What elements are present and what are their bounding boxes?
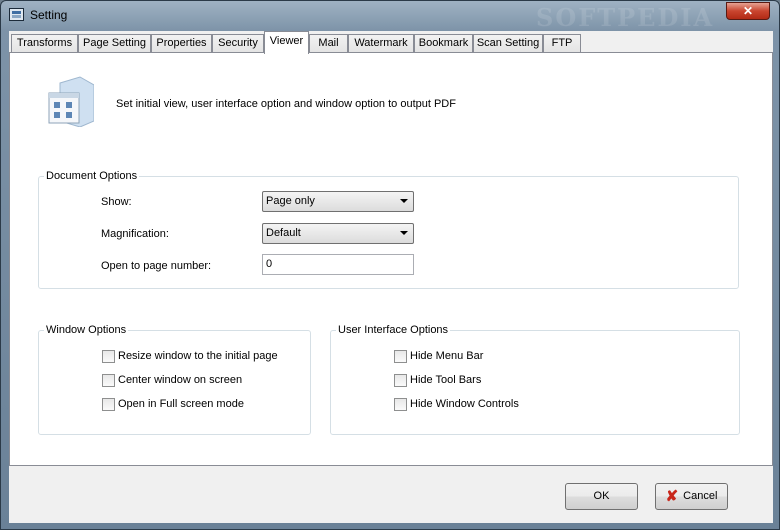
hide-tool-bars-checkbox[interactable]: Hide Tool Bars [394, 374, 594, 388]
checkbox-box[interactable] [102, 398, 115, 411]
show-select[interactable]: Page only [262, 191, 414, 212]
tab-properties[interactable]: Properties [151, 34, 212, 53]
checkbox-box[interactable] [394, 350, 407, 363]
checkbox-box[interactable] [394, 398, 407, 411]
tab-scan-setting[interactable]: Scan Setting [473, 34, 543, 53]
ok-button[interactable]: OK [565, 483, 638, 510]
checkbox-label: Resize window to the initial page [118, 350, 278, 362]
ok-button-label: OK [593, 490, 610, 502]
chevron-down-icon [400, 199, 408, 203]
tab-ftp[interactable]: FTP [543, 34, 581, 53]
close-button[interactable]: ✕ [726, 2, 770, 20]
checkbox-label: Hide Tool Bars [410, 374, 482, 386]
cancel-x-icon: ✘ [665, 487, 679, 505]
tab-page-setting[interactable]: Page Setting [78, 34, 151, 53]
checkbox-box[interactable] [394, 374, 407, 387]
show-label: Show: [101, 196, 132, 208]
magnification-select-value: Default [266, 227, 301, 239]
document-options-title: Document Options [44, 169, 140, 183]
hide-window-controls-checkbox[interactable]: Hide Window Controls [394, 398, 594, 412]
close-icon: ✕ [742, 4, 754, 18]
open-page-label: Open to page number: [101, 260, 212, 272]
ui-options-title: User Interface Options [336, 323, 451, 337]
magnification-select[interactable]: Default [262, 223, 414, 244]
checkbox-label: Hide Window Controls [410, 398, 519, 410]
checkbox-label: Center window on screen [118, 374, 243, 386]
app-icon [9, 8, 24, 21]
ui-options-group: User Interface Options Hide Menu Bar Hid… [330, 323, 740, 435]
dialog-client: Transforms Page Setting Properties Secur… [9, 31, 773, 523]
tab-strip: Transforms Page Setting Properties Secur… [9, 31, 773, 54]
window-title: Setting [30, 8, 68, 22]
window-options-group: Window Options Resize window to the init… [38, 323, 311, 435]
chevron-down-icon [400, 231, 408, 235]
checkbox-label: Open in Full screen mode [118, 398, 244, 410]
watermark: SOFTPEDIA [536, 3, 715, 32]
document-options-group: Document Options Show: Page only Magnifi… [38, 169, 739, 289]
cancel-button[interactable]: ✘ Cancel [655, 483, 728, 510]
show-select-value: Page only [266, 195, 315, 207]
tab-security[interactable]: Security [212, 34, 264, 53]
open-page-input[interactable]: 0 [262, 254, 414, 275]
full-screen-checkbox[interactable]: Open in Full screen mode [102, 398, 302, 412]
header-description: Set initial view, user interface option … [116, 98, 456, 110]
checkbox-box[interactable] [102, 350, 115, 363]
tab-watermark[interactable]: Watermark [348, 34, 414, 53]
center-window-checkbox[interactable]: Center window on screen [102, 374, 302, 388]
magnification-label: Magnification: [101, 228, 169, 240]
tab-viewer[interactable]: Viewer [264, 31, 309, 54]
tab-mail[interactable]: Mail [309, 34, 348, 53]
viewer-panel: Set initial view, user interface option … [9, 52, 773, 466]
viewer-settings-icon [48, 76, 94, 127]
checkbox-box[interactable] [102, 374, 115, 387]
resize-window-checkbox[interactable]: Resize window to the initial page [102, 350, 302, 364]
checkbox-label: Hide Menu Bar [410, 350, 484, 362]
title-bar[interactable]: Setting SOFTPEDIA ✕ [1, 1, 779, 32]
tab-bookmark[interactable]: Bookmark [414, 34, 473, 53]
cancel-button-label: Cancel [683, 490, 718, 502]
tab-transforms[interactable]: Transforms [11, 34, 78, 53]
hide-menu-bar-checkbox[interactable]: Hide Menu Bar [394, 350, 594, 364]
window-options-title: Window Options [44, 323, 129, 337]
settings-window: Setting SOFTPEDIA ✕ Transforms Page Sett… [0, 0, 780, 530]
